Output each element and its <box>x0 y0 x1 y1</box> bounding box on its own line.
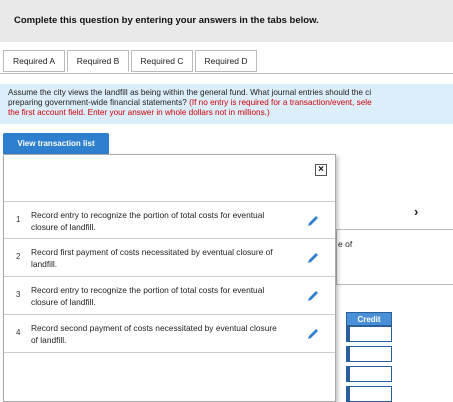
transaction-row: 3 Record entry to recognize the portion … <box>4 277 335 315</box>
credit-input[interactable] <box>346 386 392 402</box>
view-transaction-list-button[interactable]: View transaction list <box>3 133 109 155</box>
transaction-number: 4 <box>16 328 21 337</box>
pencil-icon[interactable] <box>306 214 320 228</box>
transaction-number: 1 <box>16 215 21 224</box>
close-icon[interactable]: × <box>315 164 327 176</box>
credit-column-header: Credit <box>346 312 392 326</box>
background-partial-text: e of <box>338 239 353 249</box>
pencil-icon[interactable] <box>306 289 320 303</box>
transaction-number: 3 <box>16 290 21 299</box>
tab-bar: Required A Required B Required C Require… <box>0 50 453 72</box>
transaction-row: 2 Record first payment of costs necessit… <box>4 239 335 277</box>
transaction-description: Record second payment of costs necessita… <box>31 323 277 345</box>
background-entry-box: e of <box>336 229 453 285</box>
transaction-description: Record entry to recognize the portion of… <box>31 210 265 232</box>
tab-required-d[interactable]: Required D <box>195 50 257 72</box>
instructions-line-2: preparing government-wide financial stat… <box>8 98 372 107</box>
question-header: Complete this question by entering your … <box>0 0 453 42</box>
credit-input[interactable] <box>346 366 392 382</box>
tab-divider <box>0 73 453 74</box>
pencil-icon[interactable] <box>306 327 320 341</box>
transaction-description: Record first payment of costs necessitat… <box>31 247 273 269</box>
transaction-list-panel: × 1 Record entry to recognize the portio… <box>3 154 336 402</box>
instructions-line-3: the first account field. Enter your answ… <box>8 108 270 117</box>
instructions-line-1: Assume the city views the landfill as be… <box>8 88 372 97</box>
pencil-icon[interactable] <box>306 251 320 265</box>
tab-required-b[interactable]: Required B <box>67 50 129 72</box>
tab-required-a[interactable]: Required A <box>3 50 65 72</box>
question-title: Complete this question by entering your … <box>14 15 319 26</box>
credit-input[interactable] <box>346 326 392 342</box>
transaction-row: 1 Record entry to recognize the portion … <box>4 201 335 239</box>
chevron-right-icon[interactable]: › <box>414 204 418 219</box>
instructions-line-2-text: preparing government-wide financial stat… <box>8 98 187 107</box>
tab-required-c[interactable]: Required C <box>131 50 193 72</box>
transaction-row: 4 Record second payment of costs necessi… <box>4 315 335 353</box>
transaction-number: 2 <box>16 252 21 261</box>
transaction-description: Record entry to recognize the portion of… <box>31 285 265 307</box>
credit-input[interactable] <box>346 346 392 362</box>
instructions-line-2-note: (If no entry is required for a transacti… <box>186 98 372 107</box>
instructions-box: Assume the city views the landfill as be… <box>0 84 453 124</box>
